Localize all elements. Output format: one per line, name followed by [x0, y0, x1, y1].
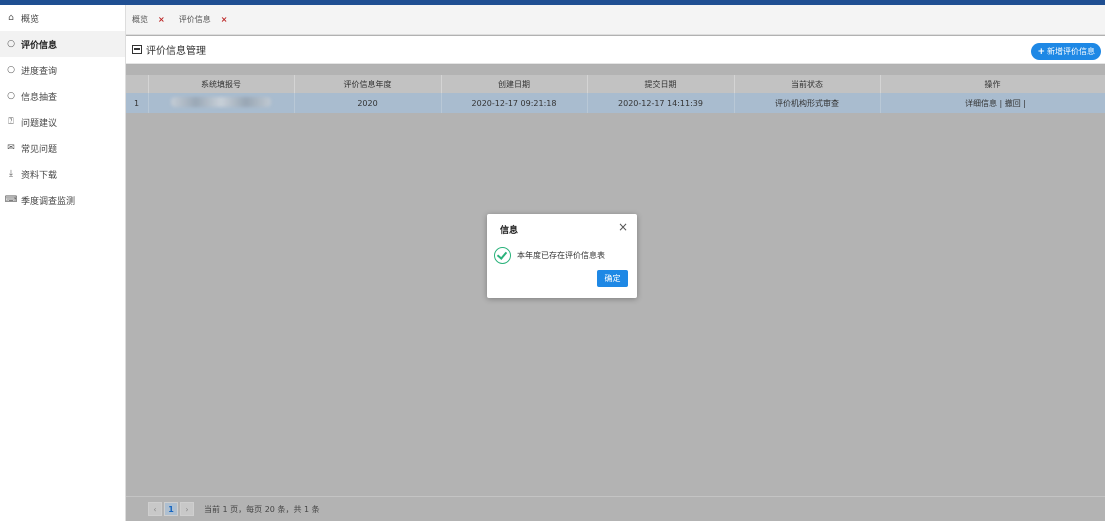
- sidebar-item-overview[interactable]: ⌂ 概览: [0, 5, 125, 31]
- tab-overview[interactable]: 概览 ×: [132, 14, 165, 25]
- actions-cell[interactable]: 详细信息 | 撤回 |: [880, 93, 1105, 113]
- column-header: 操作: [880, 75, 1105, 93]
- tab-label: 评价信息: [178, 15, 211, 24]
- keyboard-icon: ⌨: [4, 195, 18, 205]
- dialog-title: 信息: [500, 226, 519, 236]
- sidebar: ⌂ 概览 ○ 评价信息 ○ 进度查询 ○ 信息抽查 ⍰ 问题建议 ✉ 常见问题 …: [0, 5, 126, 521]
- submitted-date-cell: 2020-12-17 14:11:39: [587, 93, 735, 113]
- page-title: 评价信息管理: [146, 46, 206, 57]
- row-index: 1: [126, 93, 149, 113]
- sidebar-item-faq[interactable]: ✉ 常见问题: [0, 135, 125, 161]
- sidebar-item-label: 季度调查监测: [21, 196, 76, 207]
- sidebar-item-suggestions[interactable]: ⍰ 问题建议: [0, 109, 125, 135]
- column-header: 提交日期: [587, 75, 735, 93]
- redacted-value: [171, 97, 271, 107]
- column-header: [126, 75, 149, 93]
- tab-label: 概览: [132, 15, 148, 24]
- column-header: 创建日期: [441, 75, 588, 93]
- column-header: 系统填报号: [148, 75, 295, 93]
- table-header-row: 系统填报号 评价信息年度 创建日期 提交日期 当前状态 操作: [126, 75, 1105, 93]
- year-cell: 2020: [294, 93, 442, 113]
- circle-icon: ○: [7, 39, 15, 49]
- check-circle-icon: [494, 247, 511, 264]
- circle-icon: ○: [7, 65, 15, 75]
- circle-icon: ○: [7, 91, 15, 101]
- page-header: 评价信息管理 + 新增评价信息: [126, 36, 1105, 64]
- home-icon: ⌂: [8, 13, 14, 23]
- add-evaluation-button[interactable]: + 新增评价信息: [1031, 43, 1101, 60]
- sidebar-item-progress-query[interactable]: ○ 进度查询: [0, 57, 125, 83]
- add-button-label: 新增评价信息: [1047, 47, 1095, 56]
- column-header: 评价信息年度: [294, 75, 442, 93]
- column-header: 当前状态: [734, 75, 881, 93]
- sidebar-item-info-check[interactable]: ○ 信息抽查: [0, 83, 125, 109]
- table-row[interactable]: 1 2020 2020-12-17 09:21:18 2020-12-17 14…: [126, 93, 1105, 113]
- close-icon[interactable]: ×: [158, 15, 165, 24]
- info-dialog: 信息 × 本年度已存在评价信息表 确定: [487, 214, 637, 298]
- close-icon[interactable]: ×: [618, 220, 628, 234]
- plus-icon: +: [1037, 46, 1045, 57]
- status-cell: 评价机构形式审查: [734, 93, 881, 113]
- sidebar-item-label: 常见问题: [21, 144, 58, 155]
- tab-evaluation-info[interactable]: 评价信息 ×: [179, 14, 228, 25]
- page-1-button[interactable]: 1: [164, 502, 178, 516]
- pagination: ‹ 1 › 当前 1 页，每页 20 条，共 1 条: [126, 496, 1105, 521]
- sidebar-item-label: 进度查询: [21, 66, 58, 77]
- created-date-cell: 2020-12-17 09:21:18: [441, 93, 588, 113]
- download-icon: ⤓: [9, 169, 13, 179]
- close-icon[interactable]: ×: [221, 15, 228, 24]
- sidebar-item-downloads[interactable]: ⤓ 资料下载: [0, 161, 125, 187]
- question-icon: ⍰: [8, 117, 14, 127]
- mail-icon: ✉: [7, 143, 15, 153]
- sidebar-item-evaluation-info[interactable]: ○ 评价信息: [0, 31, 125, 57]
- tab-bar: 概览 × 评价信息 ×: [126, 5, 1105, 35]
- sidebar-item-label: 问题建议: [21, 118, 58, 129]
- sidebar-item-label: 信息抽查: [21, 92, 58, 103]
- next-page-button[interactable]: ›: [180, 502, 194, 516]
- sidebar-item-label: 概览: [21, 14, 40, 25]
- sidebar-item-quarterly-survey[interactable]: ⌨ 季度调查监测: [0, 187, 125, 213]
- evaluation-table: 系统填报号 评价信息年度 创建日期 提交日期 当前状态 操作 1 2020 20…: [126, 75, 1105, 113]
- pagination-info: 当前 1 页，每页 20 条，共 1 条: [204, 504, 320, 514]
- sidebar-item-label: 评价信息: [21, 40, 58, 51]
- prev-page-button[interactable]: ‹: [148, 502, 162, 516]
- confirm-button[interactable]: 确定: [597, 270, 628, 287]
- dialog-message: 本年度已存在评价信息表: [517, 251, 605, 260]
- list-icon: [132, 45, 142, 54]
- report-number-cell: [148, 93, 295, 113]
- sidebar-item-label: 资料下载: [21, 170, 58, 181]
